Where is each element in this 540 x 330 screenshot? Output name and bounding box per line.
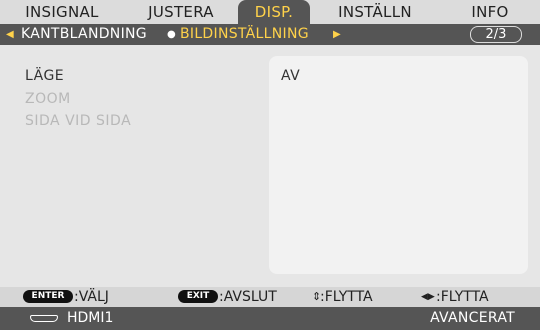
enter-help-text: :VÄLJ — [74, 289, 109, 305]
tab-insignal[interactable]: INSIGNAL — [0, 0, 124, 24]
leftright-help-text: :FLYTTA — [436, 289, 489, 305]
setting-value[interactable]: AV — [281, 68, 300, 84]
exit-help-text: :AVSLUT — [219, 289, 277, 305]
left-right-arrow-icon: ◀▶ — [421, 292, 435, 302]
tab-justera[interactable]: JUSTERA — [124, 0, 238, 24]
menu-tab-bar: INSIGNAL JUSTERA DISP. INSTÄLLN INFO — [0, 0, 540, 24]
setting-sida-vid-sida: SIDA VID SIDA — [25, 113, 132, 129]
submenu-prev-item[interactable]: KANTBLANDNING — [21, 24, 147, 45]
left-arrow-icon[interactable]: ◀ — [6, 24, 14, 45]
tab-info[interactable]: INFO — [440, 0, 540, 24]
submenu-current-item[interactable]: BILDINSTÄLLNING — [180, 24, 309, 45]
setting-zoom: ZOOM — [25, 91, 71, 107]
exit-key-icon: EXIT — [178, 290, 218, 303]
menu-mode: AVANCERAT — [430, 310, 515, 326]
page-indicator: 2/3 — [470, 26, 522, 43]
tab-installn[interactable]: INSTÄLLN — [310, 0, 440, 24]
right-arrow-icon[interactable]: ▶ — [333, 24, 341, 45]
tab-disp[interactable]: DISP. — [238, 0, 310, 24]
setting-lage[interactable]: LÄGE — [25, 68, 64, 84]
enter-key-icon: ENTER — [23, 290, 73, 303]
submenu-bar: ◀ KANTBLANDNING ● BILDINSTÄLLNING ▶ 2/3 — [0, 24, 540, 45]
updown-help-text: :FLYTTA — [320, 289, 373, 305]
value-panel: AV — [269, 56, 528, 274]
separator-dot-icon: ● — [167, 29, 176, 40]
help-bar: ENTER :VÄLJ EXIT :AVSLUT ⇕ :FLYTTA ◀▶ :F… — [0, 287, 540, 307]
hdmi-icon — [30, 315, 58, 322]
input-source: HDMI1 — [67, 310, 114, 326]
status-bar: HDMI1 AVANCERAT — [0, 307, 540, 330]
